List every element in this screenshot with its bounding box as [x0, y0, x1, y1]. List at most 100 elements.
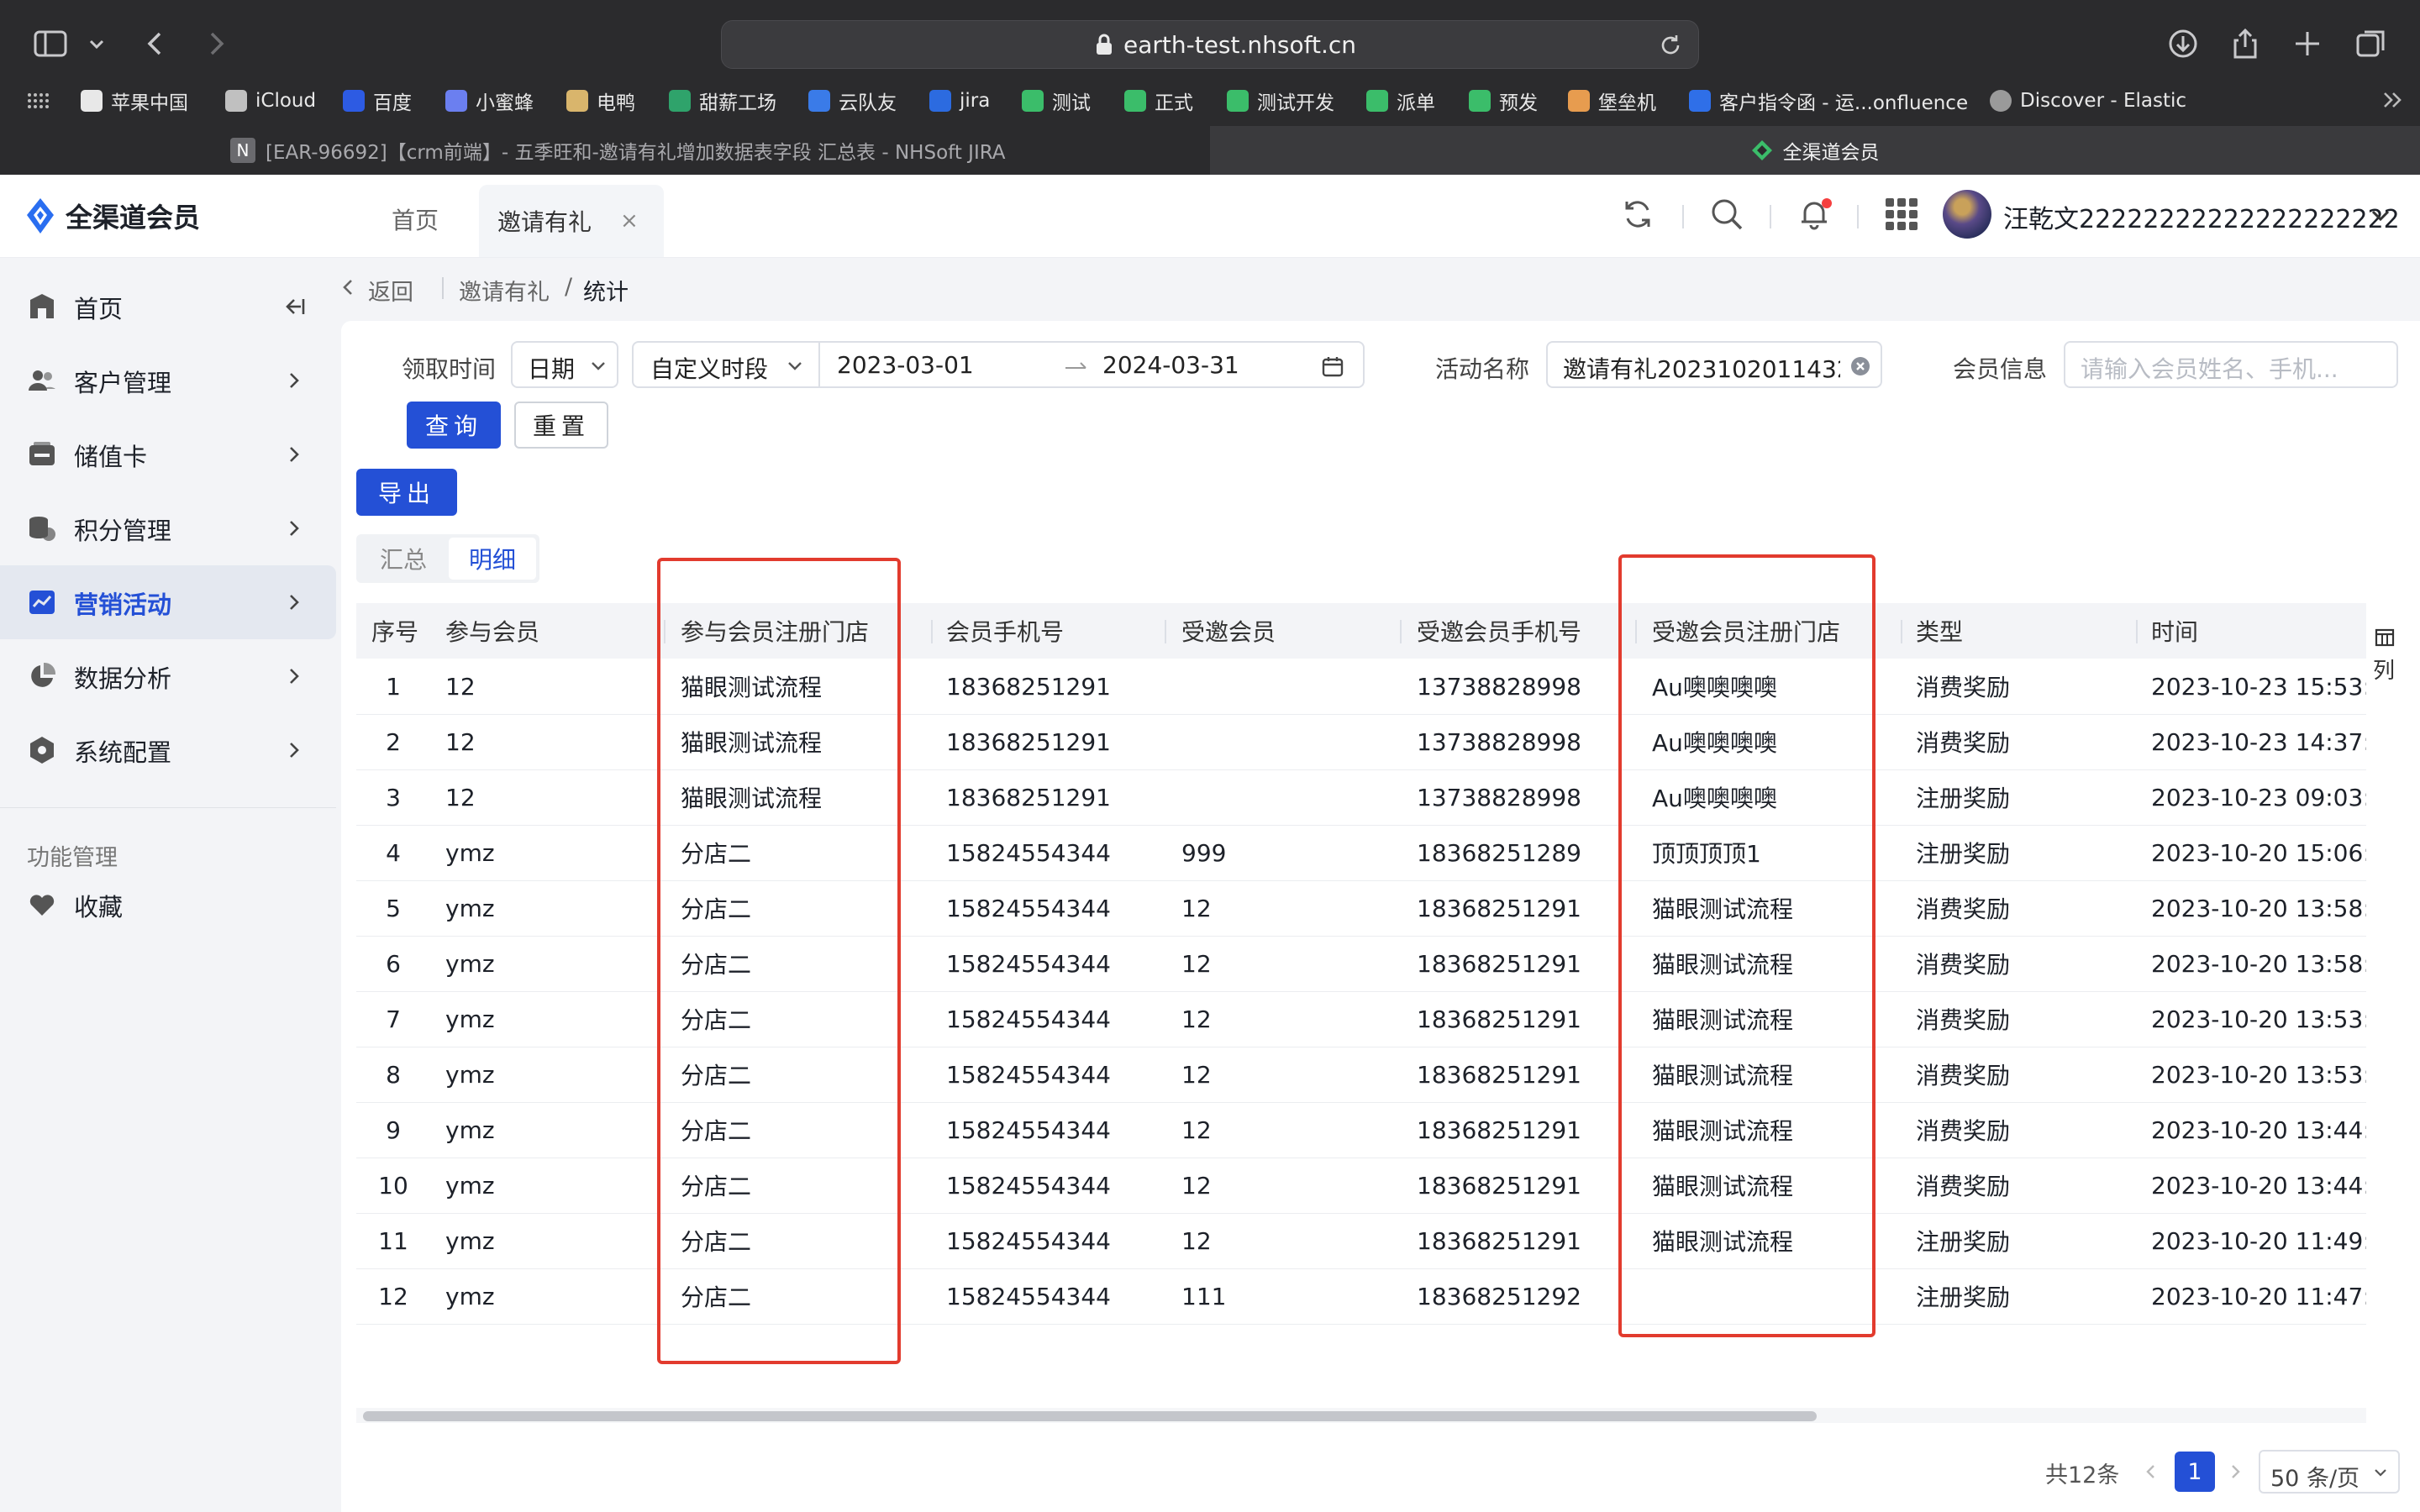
- sidebar-item-points[interactable]: 积分管理: [0, 491, 336, 565]
- seq-cell: 2: [386, 727, 401, 756]
- scrollbar-thumb[interactable]: [363, 1411, 1817, 1421]
- tab-overview-icon[interactable]: [2353, 25, 2390, 62]
- browser-tab-jira[interactable]: N [EAR-96692]【crm前端】- 五季旺和-邀请有礼增加数据表字段 汇…: [0, 126, 1207, 175]
- bookmark-item[interactable]: 云队友: [808, 84, 897, 118]
- username[interactable]: 汪乾文22222222222222222222: [2003, 198, 2400, 235]
- reload-icon[interactable]: [1658, 33, 1683, 58]
- chart-icon: [27, 587, 57, 617]
- bookmark-item[interactable]: 派单: [1366, 84, 1435, 118]
- invitee-cell: 12: [1181, 1005, 1212, 1033]
- heart-icon: [27, 890, 57, 920]
- member-phone-cell: 15824554344: [946, 1116, 1111, 1144]
- close-icon[interactable]: ×: [620, 208, 639, 234]
- bookmark-item[interactable]: 电鸭: [566, 84, 635, 118]
- member-phone-cell: 18368251291: [946, 783, 1111, 811]
- member-phone-cell: 15824554344: [946, 949, 1111, 978]
- new-tab-icon[interactable]: [2289, 25, 2326, 62]
- reset-button[interactable]: 重置: [514, 402, 608, 449]
- page-tab-home[interactable]: 首页: [353, 185, 477, 254]
- collapse-sidebar-icon[interactable]: [282, 295, 306, 318]
- member-info-placeholder: 请输入会员姓名、手机...: [2081, 355, 2338, 383]
- start-date[interactable]: 2023-03-01: [837, 351, 974, 379]
- bookmark-item[interactable]: 客户指令函 - 运...onfluence: [1689, 84, 1968, 118]
- bookmark-item[interactable]: iCloud: [225, 84, 316, 118]
- bookmark-item[interactable]: 测试开发: [1227, 84, 1334, 118]
- sidebar-item-analytics[interactable]: 数据分析: [0, 639, 336, 713]
- calendar-icon[interactable]: [1321, 354, 1344, 378]
- green-diamond-icon: [1751, 139, 1773, 161]
- column-settings[interactable]: 列: [2370, 625, 2403, 692]
- chevron-left-icon[interactable]: [339, 277, 358, 297]
- chevron-down-icon[interactable]: [2368, 205, 2393, 227]
- bookmarks-bar: 苹果中国 iCloud 百度 小蜜蜂 电鸭 甜薪工场 云队友 jira 测试 正…: [0, 84, 2420, 124]
- time-type-select[interactable]: 日期: [511, 341, 618, 388]
- invitee-cell: [1181, 714, 1400, 769]
- bookmark-label: 百度: [373, 92, 412, 114]
- lock-icon: [1093, 33, 1115, 56]
- chevron-left-icon[interactable]: [2141, 1462, 2161, 1482]
- bookmark-item[interactable]: 测试: [1022, 84, 1091, 118]
- back-link[interactable]: 返回: [368, 274, 413, 307]
- bookmark-item[interactable]: 甜薪工场: [669, 84, 776, 118]
- header-divider: [1770, 205, 1771, 228]
- sidebar-item-favorites[interactable]: 收藏: [0, 868, 336, 942]
- clear-icon[interactable]: [1850, 356, 1870, 376]
- bookmark-item[interactable]: 苹果中国: [81, 84, 188, 118]
- browser-tab-active[interactable]: 全渠道会员: [1210, 126, 2420, 175]
- query-button[interactable]: 查询: [407, 402, 501, 449]
- sidebar-item-home[interactable]: 首页: [0, 270, 336, 344]
- double-chevron-right-icon[interactable]: [2378, 86, 2407, 114]
- apps-grid-icon[interactable]: [1882, 195, 1921, 234]
- bookmark-item[interactable]: 正式: [1124, 84, 1193, 118]
- bookmark-item[interactable]: jira: [929, 84, 990, 118]
- highlight-box-member-store-column: [657, 558, 901, 1364]
- page-size-select[interactable]: 50 条/页: [2259, 1450, 2400, 1494]
- bookmark-item[interactable]: 堡垒机: [1568, 84, 1656, 118]
- apps-grid-icon[interactable]: [25, 84, 49, 118]
- export-button[interactable]: 导出: [356, 469, 457, 516]
- columns-icon: [2375, 628, 2395, 647]
- url-bar[interactable]: earth-test.nhsoft.cn: [721, 20, 1699, 69]
- card-icon: [27, 439, 57, 470]
- tab-detail[interactable]: 明细: [449, 538, 536, 580]
- sidebar-item-settings[interactable]: 系统配置: [0, 713, 336, 787]
- date-range-picker[interactable]: 2023-03-01 2024-03-31: [818, 341, 1365, 388]
- tab-summary[interactable]: 汇总: [360, 538, 447, 580]
- invitee-phone-cell: 13738828998: [1417, 783, 1581, 811]
- browser-chrome: earth-test.nhsoft.cn 苹果中国 iCloud 百度 小蜜蜂 …: [0, 0, 2420, 175]
- search-icon[interactable]: [1707, 195, 1746, 234]
- chevron-right-icon[interactable]: [2225, 1462, 2245, 1482]
- download-icon[interactable]: [2165, 25, 2202, 62]
- activity-name-select[interactable]: 邀请有礼20231020114322: [1546, 341, 1882, 388]
- sidebar-item-customers[interactable]: 客户管理: [0, 344, 336, 417]
- pagination-current-page[interactable]: 1: [2175, 1452, 2215, 1492]
- sidebar-item-stored-value-card[interactable]: 储值卡: [0, 417, 336, 491]
- bookmark-item[interactable]: Discover - Elastic: [1990, 84, 2186, 118]
- member-cell: ymz: [445, 1005, 495, 1033]
- avatar[interactable]: [1943, 190, 1991, 239]
- member-info-input[interactable]: 请输入会员姓名、手机...: [2064, 341, 2398, 388]
- chevron-right-icon: [282, 591, 306, 614]
- chevron-down-icon[interactable]: [84, 25, 109, 62]
- bookmark-item[interactable]: 百度: [343, 84, 412, 118]
- sidebar-item-marketing[interactable]: 营销活动: [0, 565, 336, 639]
- member-phone-cell: 15824554344: [946, 894, 1111, 922]
- invitee-cell: 12: [1181, 1226, 1212, 1255]
- page-tab-invite[interactable]: 邀请有礼 ×: [479, 185, 664, 257]
- back-icon[interactable]: [138, 25, 175, 62]
- activity-name-value: 邀请有礼20231020114322: [1563, 355, 1840, 383]
- breadcrumb-activity[interactable]: 邀请有礼: [459, 274, 550, 307]
- share-icon[interactable]: [2227, 25, 2264, 62]
- member-phone-cell: 15824554344: [946, 838, 1111, 867]
- invitee-cell: 12: [1181, 1060, 1212, 1089]
- period-select[interactable]: 自定义时段: [632, 341, 820, 388]
- end-date[interactable]: 2024-03-31: [1102, 351, 1239, 379]
- refresh-icon[interactable]: [1618, 195, 1657, 234]
- sidebar-toggle-icon[interactable]: [32, 25, 69, 62]
- bookmark-item[interactable]: 小蜜蜂: [445, 84, 534, 118]
- bookmark-label: 正式: [1155, 92, 1193, 114]
- bookmark-label: 测试开发: [1257, 92, 1334, 114]
- bookmark-item[interactable]: 预发: [1469, 84, 1538, 118]
- forward-icon[interactable]: [197, 25, 234, 62]
- time-cell: 2023-10-20 13:53:40: [2151, 1005, 2366, 1033]
